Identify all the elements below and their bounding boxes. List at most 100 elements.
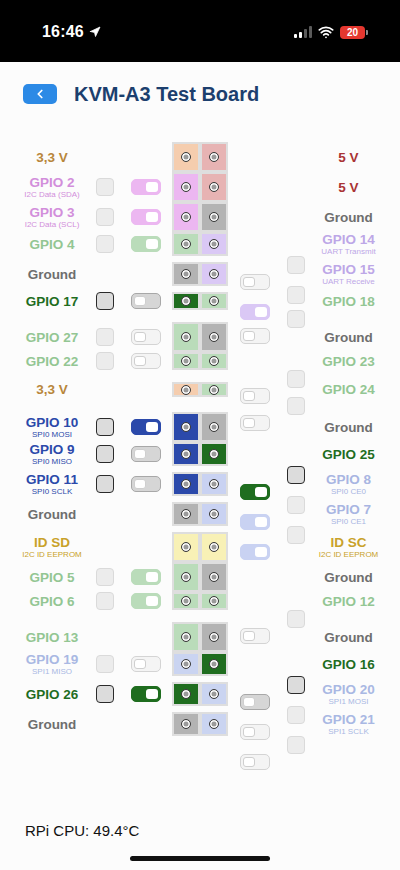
pin-checkbox[interactable]: [287, 256, 305, 274]
pin-checkbox[interactable]: [287, 706, 305, 724]
pin-hole-icon: [209, 239, 219, 249]
pin-name: GPIO 12: [322, 594, 375, 609]
pin-toggle[interactable]: [240, 484, 270, 500]
battery-icon: 20: [340, 26, 368, 39]
pin-toggle[interactable]: [131, 476, 161, 492]
app-screen: 16:4620KVM-A3 Test Board3,3 V5 VGPIO 2I2…: [0, 0, 400, 870]
pin-hole-icon: [209, 596, 219, 606]
pin-toggle[interactable]: [240, 328, 270, 344]
pin-box: [174, 144, 198, 170]
pin-name: GPIO 2: [29, 175, 74, 190]
pin-toggle[interactable]: [240, 304, 270, 320]
pin-toggle[interactable]: [240, 388, 270, 404]
pin-checkbox[interactable]: [96, 592, 114, 610]
pin-checkbox[interactable]: [287, 397, 305, 415]
pin-toggle[interactable]: [240, 754, 270, 770]
pin-label: Ground: [305, 330, 392, 345]
pin-row: GPIO 11SPI0 SCLKGPIO 8SPI0 CE0: [0, 472, 400, 502]
pin-toggle[interactable]: [240, 724, 270, 740]
pin-checkbox[interactable]: [287, 286, 305, 304]
header-pin: [172, 622, 200, 652]
clock: 16:46: [42, 23, 84, 41]
toggle-knob: [243, 391, 255, 401]
toggle-knob: [243, 727, 255, 737]
pin-label: GPIO 22: [8, 354, 96, 369]
pin-checkbox[interactable]: [96, 208, 114, 226]
pin-toggle[interactable]: [240, 694, 270, 710]
pin-checkbox[interactable]: [96, 568, 114, 586]
pin-toggle[interactable]: [240, 544, 270, 560]
pin-label: GPIO 21SPI1 SCLK: [305, 712, 392, 736]
pin-hole-icon: [209, 422, 219, 432]
pin-toggle[interactable]: [240, 628, 270, 644]
pin-name: GPIO 3: [29, 205, 74, 220]
pin-checkbox[interactable]: [96, 685, 114, 703]
pin-row: GPIO 6GPIO 12: [0, 592, 400, 622]
pin-toggle[interactable]: [131, 593, 161, 609]
pin-row: 3,3 VGPIO 24: [0, 382, 400, 412]
pin-hole-icon: [209, 332, 219, 342]
pin-checkbox[interactable]: [96, 655, 114, 673]
pin-toggle[interactable]: [131, 293, 161, 309]
pin-checkbox[interactable]: [287, 676, 305, 694]
signal-icon: [294, 26, 312, 38]
pin-toggle[interactable]: [131, 353, 161, 369]
toggle-knob: [134, 332, 146, 342]
pin-toggle[interactable]: [131, 446, 161, 462]
pin-toggle[interactable]: [131, 209, 161, 225]
pin-toggle[interactable]: [240, 274, 270, 290]
pin-function: I2C Data (SDA): [24, 190, 80, 199]
pin-box: [174, 234, 198, 254]
pin-checkbox[interactable]: [96, 352, 114, 370]
pin-checkbox[interactable]: [96, 475, 114, 493]
pin-checkbox[interactable]: [96, 445, 114, 463]
pin-toggle[interactable]: [131, 329, 161, 345]
pin-checkbox[interactable]: [287, 526, 305, 544]
header-pin: [200, 292, 228, 310]
pin-toggle[interactable]: [131, 686, 161, 702]
header-pin: [200, 202, 228, 232]
pin-toggle[interactable]: [131, 236, 161, 252]
location-icon: [89, 26, 101, 38]
pin-toggle[interactable]: [131, 656, 161, 672]
pin-name: GPIO 18: [322, 294, 375, 309]
pin-toggle[interactable]: [131, 179, 161, 195]
pin-row: GPIO 19SPI1 MISOGPIO 16: [0, 652, 400, 682]
pin-name: GPIO 7: [326, 502, 371, 517]
pin-checkbox[interactable]: [96, 418, 114, 436]
pin-checkbox[interactable]: [287, 466, 305, 484]
pin-checkbox[interactable]: [287, 310, 305, 328]
pin-checkbox[interactable]: [287, 370, 305, 388]
pin-label: GPIO 15UART Receive: [305, 262, 392, 286]
header-pin: [200, 142, 228, 172]
pin-box: [202, 684, 226, 704]
pin-box: [202, 174, 226, 200]
back-button[interactable]: [23, 84, 57, 104]
pin-label: 5 V: [305, 180, 392, 195]
header-pin: [200, 622, 228, 652]
pin-toggle[interactable]: [131, 569, 161, 585]
pin-hole-icon: [181, 479, 191, 489]
toggle-knob: [134, 479, 146, 489]
toggle-knob: [134, 356, 146, 366]
pin-toggle[interactable]: [131, 419, 161, 435]
toggle-knob: [243, 757, 255, 767]
pin-row: 3,3 V5 V: [0, 142, 400, 172]
pin-checkbox[interactable]: [96, 178, 114, 196]
pin-checkbox[interactable]: [287, 610, 305, 628]
pin-checkbox[interactable]: [96, 292, 114, 310]
pin-checkbox[interactable]: [96, 328, 114, 346]
pin-checkbox[interactable]: [287, 496, 305, 514]
pin-label: Ground: [305, 630, 392, 645]
pin-toggle[interactable]: [240, 514, 270, 530]
pin-checkbox[interactable]: [96, 235, 114, 253]
pin-hole-icon: [209, 449, 219, 459]
toggle-knob: [134, 296, 146, 306]
pin-box: [174, 174, 198, 200]
pin-hole-icon: [209, 385, 219, 395]
pin-checkbox[interactable]: [287, 736, 305, 754]
pin-hole-icon: [209, 269, 219, 279]
pin-name: GPIO 13: [26, 630, 79, 645]
pin-toggle[interactable]: [240, 415, 270, 431]
header-pin: [172, 262, 200, 286]
